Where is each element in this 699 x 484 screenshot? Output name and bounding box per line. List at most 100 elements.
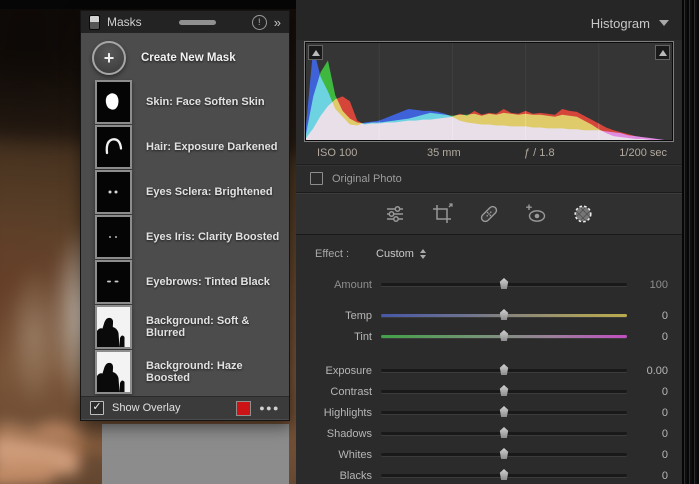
tool-strip [296,193,682,235]
dots-tiny-mask-icon [95,215,132,259]
temp-slider-thumb[interactable] [499,309,510,320]
panel-edge-grip[interactable] [682,0,699,484]
mask-item-label: Hair: Exposure Darkened [146,141,277,153]
overlay-options-icon[interactable]: ●●● [259,403,280,413]
dots-small-mask-icon [95,170,132,214]
slider-value: 0 [638,428,668,440]
masks-panel-title: Masks [107,15,142,29]
mask-item-label: Eyes Iris: Clarity Boosted [146,231,279,243]
show-overlay-label: Show Overlay [112,402,180,414]
hair-mask-icon [95,125,132,169]
slider-row-blacks: Blacks 0 [296,465,682,484]
slider-row-contrast: Contrast 0 [296,381,682,402]
silhouette-mask-icon [95,350,132,394]
amount-slider-track[interactable] [381,283,627,286]
iso-value: ISO 100 [317,147,427,159]
develop-right-panel: Histogram ISO 100 35 mm ƒ / 1.8 1/200 se… [296,0,682,484]
mask-list-item[interactable]: Background: Haze Boosted [81,349,289,394]
shadow-clipping-indicator[interactable] [308,45,323,60]
shutter-speed-value: 1/200 sec [619,147,667,159]
slider-label: Whites [296,449,381,461]
mask-list-item[interactable]: Background: Soft & Blurred [81,304,289,349]
masks-panel-header[interactable]: Masks ! » [81,11,289,33]
slider-value: 0 [638,310,668,322]
slider-label: Amount [296,279,381,291]
mask-item-label: Eyes Sclera: Brightened [146,186,273,198]
show-overlay-row: ✓ Show Overlay ●●● [81,396,289,419]
blacks-slider-track[interactable] [381,474,627,477]
slider-label: Tint [296,331,381,343]
slider-row-exposure: Exposure 0.00 [296,360,682,381]
original-photo-label: Original Photo [332,173,402,185]
create-new-mask-label: Create New Mask [141,52,236,64]
histogram-display[interactable] [305,42,673,141]
exposure-slider-thumb[interactable] [499,364,510,375]
mask-list-item[interactable]: Hair: Exposure Darkened [81,124,289,169]
slider-value: 0.00 [638,365,668,377]
effect-preset-dropdown[interactable]: Custom [376,248,426,260]
focal-length-value: 35 mm [427,147,524,159]
photo-gray-area [102,424,289,484]
exposure-slider-track[interactable] [381,369,627,372]
whites-slider-track[interactable] [381,453,627,456]
silhouette-mask-icon [95,305,132,349]
mask-list-item[interactable]: Eyes Sclera: Brightened [81,169,289,214]
tint-slider-track[interactable] [381,335,627,338]
slider-label: Contrast [296,386,381,398]
masks-panel-body: + Create New Mask Skin: Face Soften Skin… [81,33,289,419]
blacks-slider-thumb[interactable] [499,469,510,480]
healing-tool-icon[interactable] [476,201,502,227]
contrast-slider-thumb[interactable] [499,385,510,396]
slider-label: Blacks [296,470,381,482]
help-icon[interactable]: ! [252,15,267,30]
red-eye-tool-icon[interactable] [523,201,549,227]
canvas-top-edge [0,0,296,9]
crop-overlay-tool-icon[interactable] [429,201,455,227]
slider-label: Exposure [296,365,381,377]
overlay-color-swatch[interactable] [236,401,251,416]
mask-item-label: Background: Soft & Blurred [146,315,289,339]
masking-tool-icon[interactable] [570,201,596,227]
slider-label: Highlights [296,407,381,419]
slider-row-whites: Whites0 [296,444,682,465]
blue-channel-histogram [306,48,672,140]
chevron-down-icon [659,20,669,26]
histogram-title: Histogram [591,16,650,31]
original-photo-checkbox[interactable] [310,172,323,185]
mask-list-item[interactable]: Skin: Face Soften Skin [81,79,289,124]
slider-row-tint: Tint 0 [296,326,682,347]
histogram-panel-header[interactable]: Histogram [296,0,682,40]
masks-list: Skin: Face Soften Skin Hair: Exposure Dar… [81,79,289,394]
slider-row-highlights: Highlights0 [296,402,682,423]
edit-sliders-tool-icon[interactable] [382,201,408,227]
slider-value: 0 [638,331,668,343]
create-new-mask-button[interactable]: + Create New Mask [81,33,289,79]
show-overlay-checkbox[interactable]: ✓ [90,401,104,415]
exif-info-row: ISO 100 35 mm ƒ / 1.8 1/200 sec [296,141,682,164]
highlights-slider-track[interactable] [381,411,627,414]
panel-drag-handle[interactable] [179,20,216,25]
contrast-slider-track[interactable] [381,390,627,393]
mask-item-label: Background: Haze Boosted [146,360,289,384]
tint-slider-thumb[interactable] [499,330,510,341]
shadows-slider-thumb[interactable] [499,427,510,438]
slider-row-temp: Temp0 [296,305,682,326]
aperture-value: ƒ / 1.8 [524,147,619,159]
temp-slider-track[interactable] [381,314,627,317]
slider-value: 0 [638,470,668,482]
slider-value: 0 [638,386,668,398]
sliders-group: Amount100Temp0Tint0Exposure0.00Contrast0… [296,274,682,484]
collapse-panel-icon[interactable]: » [274,16,281,29]
whites-slider-thumb[interactable] [499,448,510,459]
slider-label: Shadows [296,428,381,440]
mask-list-item[interactable]: Eyebrows: Tinted Black [81,259,289,304]
effect-preset-value: Custom [376,248,414,260]
original-photo-row: Original Photo [296,164,682,193]
amount-slider-thumb[interactable] [499,278,510,289]
shadows-slider-track[interactable] [381,432,627,435]
mask-list-item[interactable]: Eyes Iris: Clarity Boosted [81,214,289,259]
slider-row-shadows: Shadows 0 [296,423,682,444]
highlight-clipping-indicator[interactable] [655,45,670,60]
highlights-slider-thumb[interactable] [499,406,510,417]
mask-adjustments-panel: Effect : Custom Amount100Temp0Tint0Expos… [296,235,682,484]
